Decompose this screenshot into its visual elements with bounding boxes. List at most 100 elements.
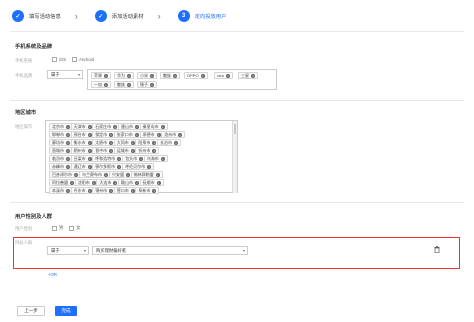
brand-tag[interactable]: 苹果 × [91,72,111,79]
city-tag[interactable]: 运城市 × [113,147,138,154]
city-tag[interactable]: 营口市 × [113,187,138,194]
city-tag[interactable]: 锦州市 × [92,187,117,194]
brand-tag[interactable]: 三星 × [238,72,258,79]
close-icon: × [66,140,70,145]
brand-mode-select[interactable]: 属于 [47,70,83,79]
chevron-right-icon: › [157,10,161,21]
city-tag[interactable]: 廊坊市 × [49,139,73,146]
city-tag[interactable]: 鞍山市 × [118,179,142,186]
close-icon: × [150,73,154,78]
close-icon: × [152,148,157,153]
city-tag[interactable]: 晋城市 × [49,147,73,154]
city-tag[interactable]: 锡林郭勒盟 × [130,171,163,178]
trash-icon[interactable] [434,246,440,253]
close-icon: × [152,140,157,145]
section-title-phone: 手机系统及品牌 [15,44,53,50]
close-icon: × [130,148,135,153]
city-tag[interactable]: 呼和浩特市 × [92,155,125,162]
city-tag[interactable]: 太原市 × [92,139,117,146]
android-checkbox[interactable] [72,57,78,62]
city-tag[interactable]: 乌兰察布市 × [79,171,111,178]
close-icon: × [87,188,92,193]
close-icon: × [109,188,114,193]
city-tag[interactable]: 沧州市 × [161,131,186,138]
close-icon: × [91,180,96,185]
crowd-value-select[interactable]: 购买理财偏好者 [92,246,248,255]
city-tag[interactable]: 呼伦贝尔市 × [122,163,155,170]
city-tag[interactable]: 兴安盟 × [109,171,133,178]
region-label: 地区城市 [15,124,33,129]
brand-tag[interactable]: OPPO × [184,72,208,79]
step-1: ✓ 填写活动信息 [12,10,61,22]
close-icon: × [127,73,131,78]
brand-tag[interactable]: 锤子 × [137,81,157,88]
chevron-right-icon: › [74,10,78,21]
brand-tag[interactable]: vivo × [214,72,234,79]
city-tag[interactable]: 沈阳市 × [74,179,99,186]
city-tag[interactable]: 秦皇岛市 × [139,123,168,130]
city-tag[interactable]: 邯郸市 × [49,131,73,138]
city-tag[interactable]: 衡水市 × [70,139,95,146]
close-icon: × [87,132,92,137]
city-tag[interactable]: 吕梁市 × [70,155,95,162]
brand-tag[interactable]: 一加 × [91,81,111,88]
brand-tag-box[interactable]: 苹果 × 华为 × 小米 × 魅族 × OPPO × vivo × 三星 × 一加 × 魅族 × … [87,69,277,90]
city-tag[interactable]: 石家庄市 × [92,123,121,130]
done-button[interactable]: 完成 [55,306,77,316]
city-tag[interactable]: 邢台市 × [70,131,95,138]
city-tag[interactable]: 朔州市 × [70,147,95,154]
city-tag[interactable]: 大同市 × [113,139,138,146]
scrollbar-thumb[interactable] [234,124,236,134]
scrollbar[interactable] [232,121,237,193]
city-tag[interactable]: 保定市 × [92,131,117,138]
close-icon: × [66,148,70,153]
add-or-link[interactable]: +OR [48,272,57,277]
ios-checkbox[interactable] [52,57,57,62]
city-tag[interactable]: 阿拉善盟 × [49,179,77,186]
chevron-down-icon [78,73,80,76]
city-tag[interactable]: 阳泉市 × [135,139,160,146]
close-icon: × [104,82,108,87]
city-tag[interactable]: 张家口市 × [113,131,142,138]
city-tag[interactable]: 鄂尔多斯市 × [92,163,125,170]
close-icon: × [87,124,92,129]
step-number: 3 [177,10,190,22]
city-tag[interactable]: 赤峰市 × [49,163,73,170]
city-tag[interactable]: 临汾市 × [49,155,73,162]
close-icon: × [126,172,130,177]
city-tag[interactable]: 承德市 × [139,131,164,138]
city-tag[interactable]: 包头市 × [122,155,147,162]
crowd-mode-select[interactable]: 属于 [47,246,89,255]
city-tag[interactable]: 长治市 × [157,139,181,146]
brand-tag[interactable]: 小米 × [137,72,157,79]
city-tag[interactable]: 忻州市 × [135,147,160,154]
city-tag[interactable]: 巴彦淖尔市 × [49,171,81,178]
prev-button[interactable]: 上一步 [17,306,45,316]
brand-tag[interactable]: 华为 × [114,72,134,79]
city-tag-box[interactable]: 北京市 × 天津市 × 石家庄市 × 唐山市 × 秦皇岛市 × 邯郸市 × 邢台市 × 保定市 × 张家口市 × 承… [45,120,238,194]
male-checkbox[interactable] [52,225,57,231]
close-icon: × [155,172,160,177]
city-tag[interactable]: 丹东市 × [70,187,95,194]
brand-tag[interactable]: 魅族 × [114,81,134,88]
city-tag[interactable]: 北京市 × [49,123,73,130]
close-icon: × [160,124,165,129]
male-label: 男 [59,225,64,230]
city-tag[interactable]: 大连市 × [96,179,121,186]
divider [10,31,464,32]
city-tag[interactable]: 本溪市 × [49,187,73,194]
close-icon: × [156,180,161,185]
city-tag[interactable]: 阜新市 × [135,187,160,194]
chevron-down-icon [84,249,86,252]
city-tag[interactable]: 晋中市 × [92,147,117,154]
female-checkbox[interactable] [69,225,75,231]
city-tag[interactable]: 通辽市 × [70,163,95,170]
section-title-region: 地区城市 [15,110,37,116]
city-tag[interactable]: 唐山市 × [118,123,142,130]
city-tag[interactable]: 天津市 × [70,123,95,130]
section-title-user: 用户性别及人群 [15,214,53,220]
city-tag[interactable]: 抚顺市 × [139,179,164,186]
brand-tag[interactable]: 魅族 × [160,72,180,79]
city-tag[interactable]: 乌海市 × [143,155,168,162]
close-icon: × [160,156,165,161]
